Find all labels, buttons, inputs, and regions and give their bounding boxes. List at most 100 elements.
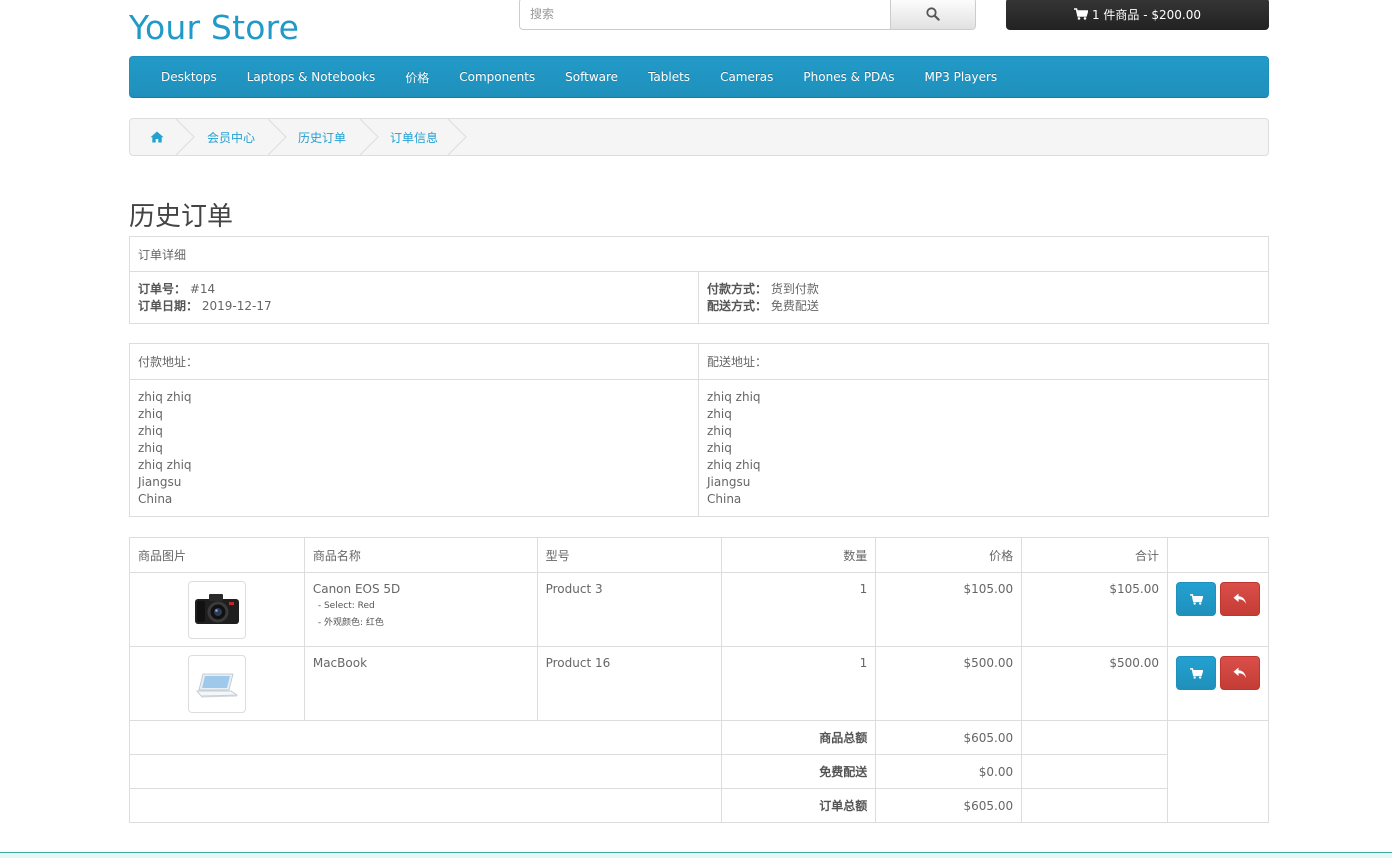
breadcrumb: 会员中心 历史订单 订单信息 [129, 118, 1269, 156]
col-name: 商品名称 [303, 537, 538, 573]
product-total: $500.00 [1021, 646, 1168, 721]
home-icon [150, 131, 164, 143]
product-price: $500.00 [875, 646, 1023, 721]
payment-address-heading: 付款地址： [129, 343, 699, 380]
product-name[interactable]: Canon EOS 5D [313, 581, 529, 598]
address-line: China [138, 492, 173, 506]
col-total: 合计 [1021, 537, 1168, 573]
products-table: 商品图片 商品名称 型号 数量 价格 合计 Canon EOS 5D - Sel… [128, 537, 1269, 823]
breadcrumb-order-history[interactable]: 历史订单 [298, 119, 346, 155]
menu-item-price[interactable]: 价格 [390, 69, 444, 86]
totals-label: 免费配送 [721, 754, 877, 789]
order-method-cell: 付款方式： 货到付款 配送方式： 免费配送 [698, 271, 1269, 324]
address-line: zhiq [138, 407, 163, 421]
totals-spacer [128, 720, 723, 755]
address-line: China [707, 492, 742, 506]
reorder-button[interactable] [1176, 582, 1216, 616]
totals-empty [1021, 720, 1168, 755]
product-image-cell [129, 572, 305, 647]
address-line: zhiq zhiq [138, 458, 192, 472]
product-option: - 外观颜色: 红色 [317, 618, 384, 628]
totals-empty [1021, 754, 1168, 789]
col-model: 型号 [536, 537, 723, 573]
product-thumbnail[interactable] [187, 655, 246, 713]
totals-label: 商品总额 [721, 720, 877, 755]
menu-item-mp3[interactable]: MP3 Players [910, 70, 1013, 84]
shipping-method-label: 配送方式： [707, 299, 768, 313]
address-line: zhiq [707, 407, 732, 421]
product-model: Product 16 [536, 646, 723, 721]
order-id: #14 [189, 282, 216, 296]
menu-item-tablets[interactable]: Tablets [633, 70, 705, 84]
product-model: Product 3 [536, 572, 723, 647]
order-id-label: 订单号： [138, 282, 187, 296]
totals-row: 订单总额 $605.00 [128, 788, 1269, 823]
footer-edge [0, 852, 1392, 858]
reply-icon [1233, 593, 1246, 604]
address-line: Jiangsu [138, 475, 182, 489]
search-bar [519, 0, 976, 30]
camera-image [194, 594, 239, 624]
address-line: zhiq zhiq [707, 458, 761, 472]
order-details-table: 订单详细 订单号： #14 订单日期： 2019-12-17 付款方式： 货到付… [129, 236, 1269, 324]
totals-spacer [128, 754, 723, 789]
reorder-button[interactable] [1176, 656, 1216, 690]
breadcrumb-order-info[interactable]: 订单信息 [390, 119, 438, 155]
shipping-method: 免费配送 [770, 299, 819, 313]
product-price: $105.00 [875, 572, 1023, 647]
totals-value: $0.00 [875, 754, 1023, 789]
address-line: Jiangsu [707, 475, 751, 489]
breadcrumb-home[interactable] [150, 119, 164, 155]
totals-empty [1021, 788, 1168, 823]
product-option: - Select: Red [317, 601, 375, 611]
breadcrumb-separator [360, 119, 379, 155]
cart-icon [1189, 667, 1203, 679]
order-details-heading: 订单详细 [129, 236, 1269, 272]
totals-actions-spacer [1167, 720, 1269, 823]
main-menu: Desktops Laptops & Notebooks 价格 Componen… [129, 56, 1269, 98]
product-actions [1167, 646, 1269, 721]
address-line: zhiq [707, 424, 732, 438]
menu-item-phones[interactable]: Phones & PDAs [788, 70, 909, 84]
reply-icon [1233, 667, 1246, 678]
product-qty: 1 [721, 646, 877, 721]
cart-icon [1073, 8, 1088, 20]
cart-button[interactable]: 1 件商品 - $200.00 [1006, 0, 1269, 30]
menu-item-desktops[interactable]: Desktops [146, 70, 232, 84]
totals-value: $605.00 [875, 720, 1023, 755]
return-button[interactable] [1220, 656, 1260, 690]
laptop-image [196, 673, 239, 698]
totals-value: $605.00 [875, 788, 1023, 823]
menu-item-cameras[interactable]: Cameras [705, 70, 788, 84]
product-thumbnail[interactable] [187, 581, 246, 639]
shipping-address: zhiq zhiq zhiq zhiq zhiq zhiq zhiq Jiang… [698, 379, 1269, 517]
totals-row: 免费配送 $0.00 [128, 754, 1269, 789]
search-icon [926, 7, 940, 21]
payment-method-label: 付款方式： [707, 282, 768, 296]
search-input[interactable] [520, 0, 892, 29]
breadcrumb-separator [448, 119, 467, 155]
return-button[interactable] [1220, 582, 1260, 616]
payment-method: 货到付款 [770, 282, 819, 296]
totals-row: 商品总额 $605.00 [128, 720, 1269, 823]
address-line: zhiq [707, 441, 732, 455]
col-qty: 数量 [721, 537, 877, 573]
menu-item-laptops[interactable]: Laptops & Notebooks [232, 70, 390, 84]
table-row: Canon EOS 5D - Select: Red - 外观颜色: 红色 Pr… [129, 572, 1269, 647]
search-button[interactable] [890, 0, 975, 29]
address-line: zhiq [138, 424, 163, 438]
breadcrumb-account[interactable]: 会员中心 [207, 119, 255, 155]
payment-address: zhiq zhiq zhiq zhiq zhiq zhiq zhiq Jiang… [129, 379, 699, 517]
menu-item-software[interactable]: Software [550, 70, 633, 84]
product-name[interactable]: MacBook [313, 655, 529, 672]
totals-label: 订单总额 [721, 788, 877, 823]
menu-item-components[interactable]: Components [444, 70, 550, 84]
cart-label: 1 件商品 - $200.00 [1091, 7, 1202, 22]
store-logo[interactable]: Your Store [129, 8, 299, 47]
page-title: 历史订单 [129, 202, 234, 232]
totals-spacer [128, 788, 723, 823]
address-line: zhiq [138, 441, 163, 455]
col-price: 价格 [875, 537, 1023, 573]
product-qty: 1 [721, 572, 877, 647]
col-actions [1167, 537, 1269, 573]
